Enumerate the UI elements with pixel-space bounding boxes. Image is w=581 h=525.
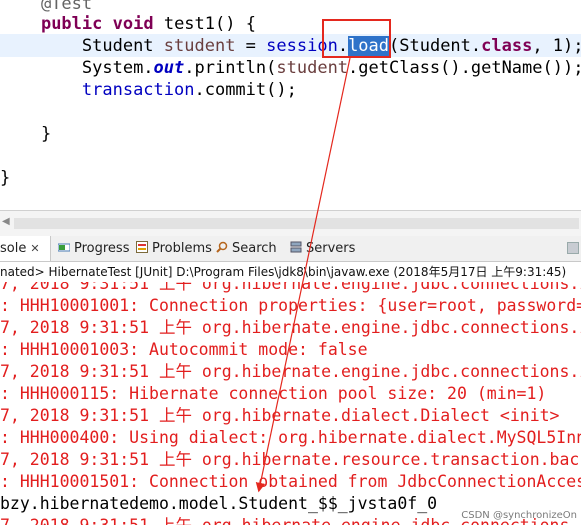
search-icon [216, 237, 228, 253]
code-line-load: Student student = session.load(Student.c… [81, 36, 581, 56]
view-menu-icon[interactable] [567, 242, 579, 254]
code-line-println: System.out.println(student.getClass().ge… [81, 58, 581, 78]
tab-progress[interactable]: Progress [57, 236, 130, 261]
watermark: CSDN @synchronizeOn [461, 510, 577, 521]
log-line: : HHH10001003: Autocommit mode: false [0, 340, 368, 359]
console-launch-header: nated> HibernateTest [JUnit] D:\Program … [0, 265, 567, 279]
log-line: 7, 2018 9:31:51 上午 org.hibernate.engine.… [0, 362, 581, 381]
log-line: 7, 2018 9:31:51 上午 org.hibernate.engine.… [0, 318, 581, 337]
log-line: : HHH000400: Using dialect: org.hibernat… [0, 428, 581, 447]
tab-servers-label: Servers [306, 241, 356, 256]
tab-progress-label: Progress [74, 241, 130, 256]
tab-servers[interactable]: Servers [290, 236, 355, 261]
tab-problems[interactable]: Problems [136, 236, 212, 261]
servers-icon [290, 237, 302, 253]
tab-console[interactable]: sole ✕ [0, 236, 51, 261]
views-tab-bar: sole ✕ Progress Problems Search Servers [0, 236, 581, 262]
code-line-method-signature: public void test1() { [40, 14, 256, 34]
log-line: 7, 2018 9:31:51 上午 org.hibernate.resourc… [0, 450, 581, 469]
load-highlight-box [322, 19, 391, 58]
scroll-left-arrow-icon[interactable]: ◀ [2, 216, 10, 227]
code-line-commit: transaction.commit(); [81, 80, 297, 100]
log-line: : HHH10001501: Connection obtained from … [0, 472, 581, 491]
code-line-method-close: } [40, 124, 52, 144]
log-line: 7, 2018 9:31:51 上午 org.hibernate.dialect… [0, 406, 560, 425]
tab-search[interactable]: Search [216, 236, 277, 261]
problems-icon [136, 237, 148, 253]
log-line: : HHH10001001: Connection properties: {u… [0, 296, 581, 315]
tab-problems-label: Problems [152, 241, 212, 256]
editor-horizontal-scrollbar[interactable]: ◀ [0, 210, 581, 236]
scrollbar-thumb[interactable] [14, 218, 579, 229]
log-line: 7, 2018 9:31:51 上午 org.hibernate.engine.… [0, 282, 581, 293]
console-output[interactable]: 7, 2018 9:31:51 上午 org.hibernate.engine.… [0, 282, 581, 525]
tab-console-label: sole [0, 241, 27, 256]
code-editor[interactable]: @Test public void test1() { Student stud… [0, 0, 581, 210]
log-line: : HHH000115: Hibernate connection pool s… [0, 384, 547, 403]
tab-search-label: Search [232, 241, 277, 256]
progress-icon [57, 237, 71, 252]
close-icon[interactable]: ✕ [30, 242, 39, 255]
class-name-output-line: bzy.hibernatedemo.model.Student_$$_jvsta… [0, 494, 438, 513]
code-line-class-close: } [0, 168, 11, 188]
